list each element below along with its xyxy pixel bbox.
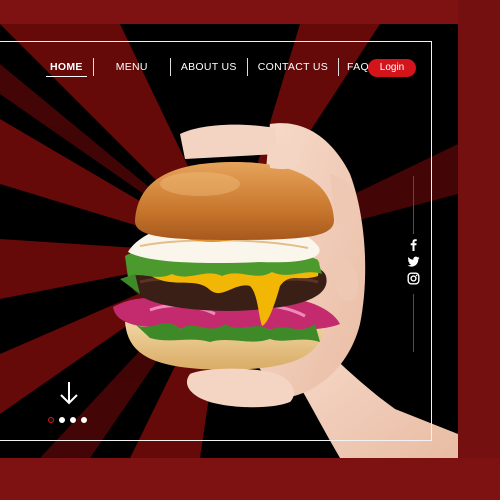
nav-item-home[interactable]: HOME (40, 57, 93, 77)
landing-page-card: HOME MENU ABOUT US CONTACT US FAQ Login (0, 24, 458, 458)
nav-item-menu[interactable]: MENU (94, 57, 170, 77)
slider-dot-4[interactable] (81, 417, 87, 423)
slider-dot-3[interactable] (70, 417, 76, 423)
main-nav: HOME MENU ABOUT US CONTACT US FAQ (40, 57, 377, 77)
facebook-icon[interactable] (407, 238, 420, 251)
background-band-right (458, 0, 500, 500)
background-band-top (0, 0, 500, 24)
nav-item-about-us[interactable]: ABOUT US (171, 57, 247, 77)
nav-item-contact-us[interactable]: CONTACT US (248, 57, 338, 77)
slider-dot-1[interactable] (48, 417, 54, 423)
twitter-icon[interactable] (407, 255, 420, 268)
scroll-down-arrow-icon[interactable] (58, 380, 80, 406)
instagram-icon[interactable] (407, 272, 420, 285)
slider-dot-2[interactable] (59, 417, 65, 423)
slider-pagination (48, 417, 87, 423)
social-divider-top (413, 176, 414, 234)
background-band-bottom (0, 458, 500, 500)
social-divider-bottom (413, 294, 414, 352)
login-button[interactable]: Login (368, 59, 416, 77)
